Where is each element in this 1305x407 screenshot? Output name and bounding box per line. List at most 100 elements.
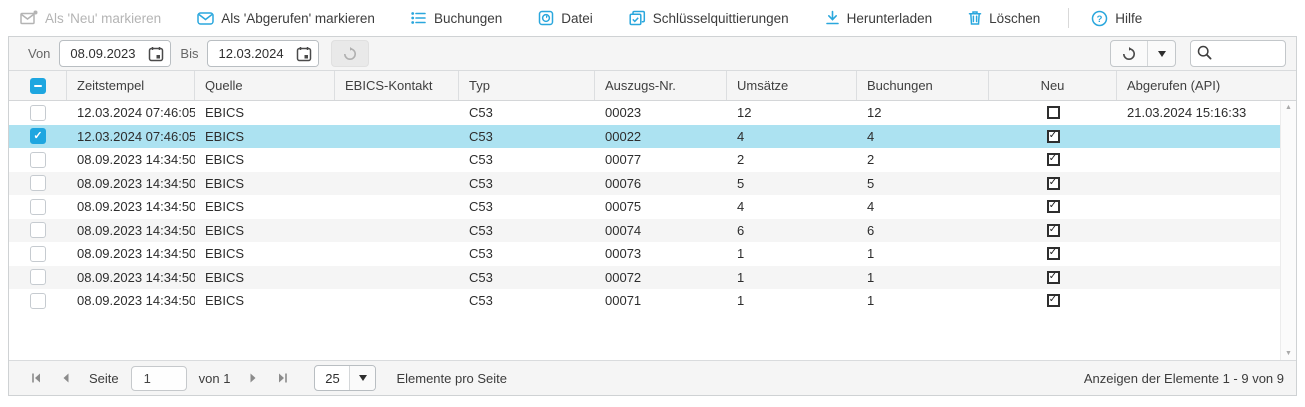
neu-checkbox [1047,177,1060,190]
cell-umsaetze: 4 [727,199,857,214]
calendar-icon[interactable] [290,41,318,66]
toolbar-item-label: Herunterladen [847,11,933,26]
chevron-down-icon [359,375,367,381]
cell-typ: C53 [459,270,595,285]
file-icon [538,10,554,26]
calendar-icon[interactable] [142,41,170,66]
table-row[interactable]: 08.09.2023 14:34:50 EBICS C53 00074 6 6 [9,219,1280,243]
key-receipts-icon [629,10,646,26]
seite-label: Seite [89,371,119,386]
scroll-up-icon[interactable]: ▲ [1285,104,1292,111]
cell-zeitstempel: 08.09.2023 14:34:50 [67,199,195,214]
row-checkbox[interactable] [30,152,46,168]
column-header-typ[interactable]: Typ [459,71,595,100]
pagination-bar: Seite von 1 25 Elemente pro Seite Anzeig… [9,360,1296,395]
search-icon [1197,45,1212,63]
cell-quelle: EBICS [195,223,335,238]
cell-typ: C53 [459,293,595,308]
buchungen-button[interactable]: Buchungen [411,10,502,26]
toolbar-separator [1068,8,1069,28]
cell-umsaetze: 4 [727,129,857,144]
neu-checkbox [1047,200,1060,213]
cell-zeitstempel: 08.09.2023 14:34:50 [67,246,195,261]
refresh-split-button [1110,40,1176,67]
table-row[interactable]: 08.09.2023 14:34:50 EBICS C53 00076 5 5 [9,172,1280,196]
column-header-umsaetze[interactable]: Umsätze [727,71,857,100]
items-summary: Anzeigen der Elemente 1 - 9 von 9 [1084,371,1284,386]
cell-buchungen: 5 [857,176,989,191]
row-checkbox[interactable] [30,293,46,309]
herunterladen-button[interactable]: Herunterladen [825,10,933,26]
table-row[interactable]: 12.03.2024 07:46:05 EBICS C53 00022 4 4 [9,125,1280,149]
per-page-label: Elemente pro Seite [396,371,507,386]
vertical-scrollbar[interactable]: ▲ ▼ [1280,101,1296,360]
cell-auszugs-nr: 00071 [595,293,727,308]
scroll-down-icon[interactable]: ▼ [1285,350,1292,357]
download-icon [825,10,840,26]
loeschen-button[interactable]: Löschen [968,10,1040,26]
bis-date-input[interactable] [208,46,290,61]
toolbar-item-label: Löschen [989,11,1040,26]
table-row[interactable]: 08.09.2023 14:34:50 EBICS C53 00071 1 1 [9,289,1280,313]
neu-checkbox [1047,106,1060,119]
column-header-auszugs-nr[interactable]: Auszugs-Nr. [595,71,727,100]
table-row[interactable]: 08.09.2023 14:34:50 EBICS C53 00075 4 4 [9,195,1280,219]
page-size-value: 25 [315,366,349,390]
column-header-zeitstempel[interactable]: Zeitstempel [67,71,195,100]
cell-umsaetze: 12 [727,105,857,120]
last-page-button[interactable] [268,366,298,390]
cell-abgerufen-api: 21.03.2024 15:16:33 [1117,105,1280,120]
previous-page-button[interactable] [51,366,81,390]
refresh-button[interactable] [1111,41,1148,66]
filter-bar: Von Bis [9,37,1296,71]
toolbar-item-label: Buchungen [434,11,502,26]
cell-zeitstempel: 08.09.2023 14:34:50 [67,270,195,285]
mark-as-retrieved-button[interactable]: Als 'Abgerufen' markieren [197,10,375,26]
mark-as-new-button[interactable]: Als 'Neu' markieren [20,10,161,26]
von-date-input[interactable] [60,46,142,61]
cell-auszugs-nr: 00074 [595,223,727,238]
row-checkbox[interactable] [30,246,46,262]
page-size-select[interactable]: 25 [314,365,376,391]
toolbar-item-label: Als 'Abgerufen' markieren [221,11,375,26]
refresh-dropdown-button[interactable] [1148,41,1175,66]
cell-typ: C53 [459,223,595,238]
first-page-button[interactable] [21,366,51,390]
cell-umsaetze: 2 [727,152,857,167]
svg-text:?: ? [1097,14,1103,25]
row-checkbox[interactable] [30,105,46,121]
table-row[interactable]: 08.09.2023 14:34:50 EBICS C53 00072 1 1 [9,266,1280,290]
cell-typ: C53 [459,129,595,144]
column-header-abgerufen-api[interactable]: Abgerufen (API) [1117,71,1296,100]
row-checkbox[interactable] [30,128,46,144]
apply-filter-button[interactable] [331,40,369,67]
next-page-button[interactable] [238,366,268,390]
cell-auszugs-nr: 00072 [595,270,727,285]
cell-buchungen: 1 [857,293,989,308]
row-checkbox[interactable] [30,269,46,285]
row-checkbox[interactable] [30,175,46,191]
column-header-neu[interactable]: Neu [989,71,1117,100]
page-size-dropdown-button[interactable] [349,366,375,390]
mark-new-envelope-icon [20,10,38,26]
search-field [1190,40,1286,67]
cell-buchungen: 6 [857,223,989,238]
page-number-input[interactable] [131,366,187,391]
column-header-buchungen[interactable]: Buchungen [857,71,989,100]
cell-umsaetze: 6 [727,223,857,238]
list-icon [411,10,427,26]
table-row[interactable]: 12.03.2024 07:46:05 EBICS C53 00023 12 1… [9,101,1280,125]
select-all-checkbox[interactable] [30,78,46,94]
column-header-quelle[interactable]: Quelle [195,71,335,100]
statements-panel: Von Bis [8,36,1297,396]
row-checkbox[interactable] [30,222,46,238]
hilfe-button[interactable]: ? Hilfe [1091,10,1142,27]
row-checkbox[interactable] [30,199,46,215]
datei-button[interactable]: Datei [538,10,593,26]
table-row[interactable]: 08.09.2023 14:34:50 EBICS C53 00073 1 1 [9,242,1280,266]
column-header-ebics-kontakt[interactable]: EBICS-Kontakt [335,71,459,100]
search-input[interactable] [1217,46,1277,61]
schluesselquittierungen-button[interactable]: Schlüsselquittierungen [629,10,789,26]
cell-zeitstempel: 12.03.2024 07:46:05 [67,129,195,144]
table-row[interactable]: 08.09.2023 14:34:50 EBICS C53 00077 2 2 [9,148,1280,172]
